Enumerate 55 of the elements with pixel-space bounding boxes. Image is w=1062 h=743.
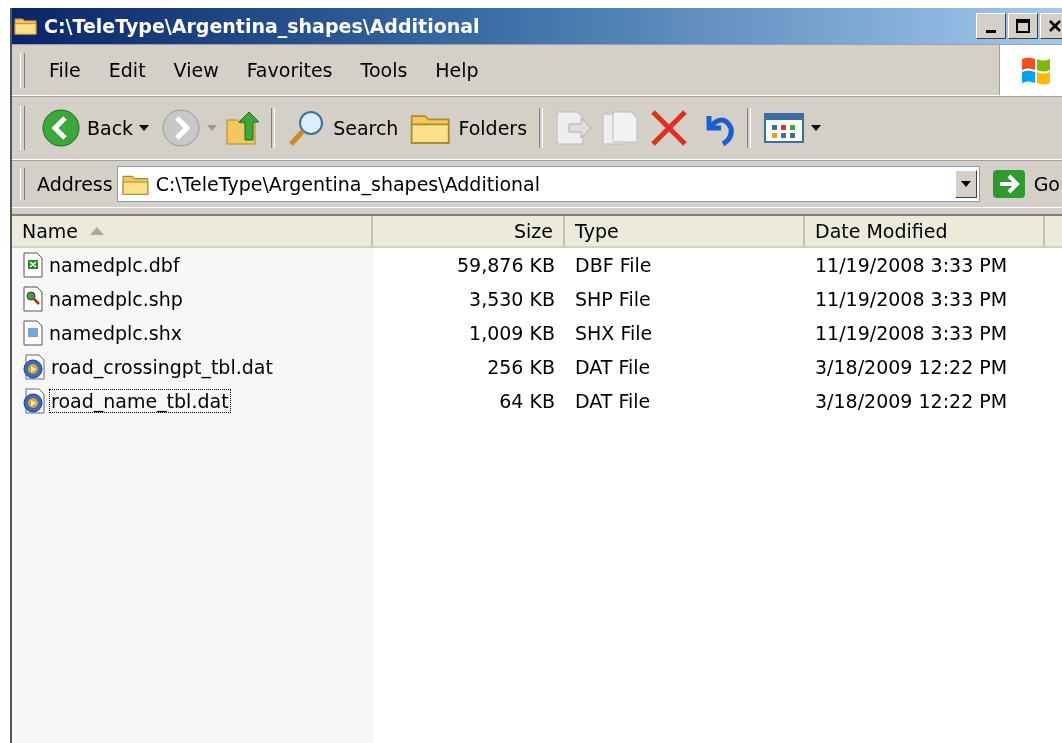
table-cell-text: DAT File [574, 355, 652, 380]
go-button[interactable]: Go [983, 169, 1062, 199]
close-button[interactable] [1040, 13, 1062, 39]
folder-icon [14, 16, 38, 36]
table-cell-text: SHP File [574, 287, 652, 312]
media-file-icon [22, 354, 46, 380]
media-file-icon [22, 388, 46, 414]
minimize-icon [986, 29, 996, 33]
table-cell-text: 256 KB [486, 355, 556, 380]
folders-button[interactable]: Folders [406, 109, 532, 147]
magnifier-file-icon [22, 286, 44, 312]
table-cell-text: 1,009 KB [468, 321, 556, 346]
table-cell-text: 59,876 KB [456, 253, 556, 278]
dropdown-button[interactable] [954, 170, 977, 198]
caret-icon [139, 125, 150, 131]
table-cell-text: 3/18/2009 12:22 PM [814, 389, 1009, 414]
caret-icon [811, 125, 822, 131]
column-header[interactable]: Size [373, 216, 565, 248]
caret-icon [207, 125, 218, 131]
menu-item[interactable]: View [161, 55, 231, 85]
address-label: Address [37, 173, 113, 195]
column-header[interactable]: Date Modified [805, 216, 1045, 248]
views-icon [763, 110, 806, 146]
spreadsheet-file-icon [22, 252, 44, 278]
file-name-cell[interactable]: road_crossingpt_tbl.dat [12, 350, 373, 384]
table-cell-text: DAT File [574, 389, 652, 414]
file-name-cell[interactable]: namedplc.dbf [12, 248, 373, 282]
table-cell-text: 11/19/2008 3:33 PM [814, 287, 1009, 312]
file-name-cell[interactable]: namedplc.shx [12, 316, 373, 350]
menu-item[interactable]: Help [423, 55, 491, 85]
menu-item[interactable]: Favorites [234, 55, 345, 85]
search-button[interactable]: Search [283, 106, 403, 150]
table-cell-text: 3/18/2009 12:22 PM [814, 355, 1009, 380]
table-cell-text: DBF File [574, 253, 653, 278]
minimize-button[interactable] [976, 13, 1006, 39]
file-name-cell[interactable]: road_name_tbl.dat [12, 384, 373, 418]
menu-item[interactable]: Edit [96, 55, 158, 85]
window-title: C:\TeleType\Argentina_shapes\Additional [44, 15, 481, 37]
document-file-icon [22, 320, 44, 346]
menu-item[interactable]: File [37, 55, 93, 85]
close-icon [1048, 19, 1062, 33]
table-cell-text: 64 KB [498, 389, 556, 414]
menu-item[interactable]: Tools [348, 55, 420, 85]
caret-icon [960, 181, 971, 187]
file-name-cell[interactable]: namedplc.shp [12, 282, 373, 316]
maximize-button[interactable] [1008, 13, 1038, 39]
back-button[interactable]: Back [37, 106, 154, 150]
table-cell-text: 3,530 KB [468, 287, 556, 312]
column-header[interactable]: Type [565, 216, 805, 248]
table-cell-text: 11/19/2008 3:33 PM [814, 321, 1009, 346]
address-field[interactable]: C:\TeleType\Argentina_shapes\Additional [116, 166, 980, 202]
table-cell-text: SHX File [574, 321, 654, 346]
table-cell-text: 11/19/2008 3:33 PM [814, 253, 1009, 278]
maximize-icon [1016, 19, 1030, 33]
column-header[interactable]: Name [12, 216, 373, 248]
